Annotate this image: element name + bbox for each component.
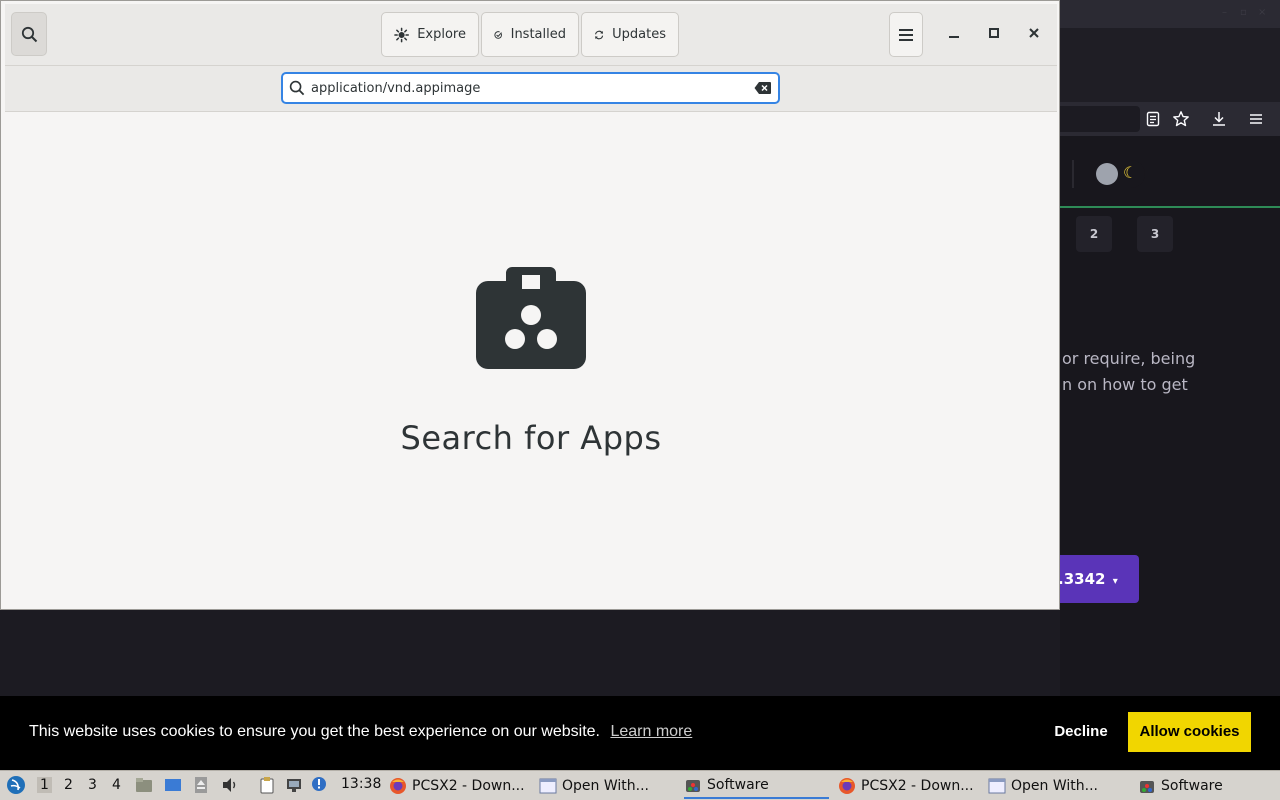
empty-state-title: Search for Apps xyxy=(400,419,662,457)
empty-state-view: Search for Apps xyxy=(5,113,1057,607)
header-bar: Explore Installed Updates xyxy=(5,4,1057,66)
search-bar xyxy=(5,66,1057,112)
clock[interactable]: 13:38 xyxy=(341,776,381,792)
software-bag-icon xyxy=(476,267,586,369)
tab-explore[interactable]: Explore xyxy=(381,12,479,57)
search-icon xyxy=(289,80,305,96)
close-icon[interactable]: × xyxy=(1258,8,1268,18)
toggle-knob xyxy=(1096,163,1118,185)
minimize-icon[interactable]: – xyxy=(1222,8,1232,18)
page-button-2[interactable]: 2 xyxy=(1076,216,1112,252)
installed-check-icon xyxy=(494,30,502,39)
search-icon xyxy=(21,26,38,43)
task-label: Open With... xyxy=(1011,778,1098,794)
clear-search-icon[interactable] xyxy=(754,81,772,95)
task-software[interactable]: Software xyxy=(684,773,829,799)
moon-icon: ☾ xyxy=(1123,163,1138,182)
paragraph-line: n on how to get xyxy=(1062,375,1188,394)
task-label: Software xyxy=(707,777,769,793)
main-menu-button[interactable] xyxy=(889,12,923,57)
version-label: .3342 xyxy=(1058,570,1106,588)
tab-updates-label: Updates xyxy=(612,27,666,42)
updates-refresh-icon xyxy=(595,30,604,39)
page-button-3[interactable]: 3 xyxy=(1137,216,1173,252)
theme-toggle-icon[interactable]: ☾ xyxy=(1093,160,1145,188)
search-entry[interactable] xyxy=(281,72,780,104)
close-icon xyxy=(1029,28,1039,38)
maximize-button[interactable] xyxy=(985,24,1003,42)
volume-icon[interactable] xyxy=(221,776,239,794)
software-window: Explore Installed Updates application/vn… xyxy=(0,0,1060,610)
minimize-button[interactable] xyxy=(945,24,963,42)
tab-installed[interactable]: Installed xyxy=(481,12,579,57)
tab-updates[interactable]: Updates xyxy=(581,12,679,57)
workspace-1[interactable]: 1 xyxy=(37,777,52,793)
taskbar: 1 2 3 4 13:38 PCSX2 - Down... Open With.… xyxy=(0,770,1280,800)
search-input[interactable] xyxy=(311,78,741,98)
hamburger-menu-icon xyxy=(899,28,913,41)
page-paragraph: or require, being n on how to get xyxy=(1062,346,1280,398)
task-label: PCSX2 - Down... xyxy=(412,778,525,794)
download-icon[interactable] xyxy=(1210,110,1228,128)
task-firefox-pcsx2[interactable]: PCSX2 - Down... xyxy=(838,773,978,799)
tab-installed-label: Installed xyxy=(510,27,566,42)
task-label: PCSX2 - Down... xyxy=(861,778,974,794)
clipboard-icon[interactable] xyxy=(258,776,276,794)
start-menu-icon[interactable] xyxy=(6,775,26,795)
search-toggle-button[interactable] xyxy=(11,12,47,56)
hamburger-menu-icon[interactable] xyxy=(1247,110,1265,128)
network-icon[interactable] xyxy=(285,776,303,794)
dropdown-caret-icon: ▾ xyxy=(1112,576,1118,587)
divider xyxy=(1072,160,1074,188)
workspace-4[interactable]: 4 xyxy=(112,777,121,793)
close-button[interactable] xyxy=(1025,24,1043,42)
eject-icon[interactable] xyxy=(192,776,210,794)
accent-divider xyxy=(1060,206,1280,208)
file-manager-icon[interactable] xyxy=(135,776,153,794)
browser-tabstrip xyxy=(1060,28,1280,102)
learn-more-link[interactable]: Learn more xyxy=(610,723,692,740)
minimize-icon xyxy=(949,36,959,38)
firefox-icon xyxy=(839,778,855,794)
task-open-with[interactable]: Open With... xyxy=(988,773,1128,799)
maximize-icon xyxy=(989,28,999,38)
maximize-icon[interactable]: ▫ xyxy=(1240,8,1250,18)
tab-explore-label: Explore xyxy=(417,27,466,42)
software-icon xyxy=(1140,781,1154,793)
task-software[interactable]: Software xyxy=(1138,773,1278,799)
allow-cookies-button[interactable]: Allow cookies xyxy=(1128,712,1251,752)
cookie-message: This website uses cookies to ensure you … xyxy=(29,723,692,741)
bookmark-star-icon[interactable] xyxy=(1172,110,1190,128)
url-field[interactable] xyxy=(1060,106,1140,132)
paragraph-line: or require, being xyxy=(1062,349,1196,368)
workspace-2[interactable]: 2 xyxy=(64,777,73,793)
window-icon xyxy=(539,778,557,794)
software-icon xyxy=(686,780,700,792)
cookie-banner: This website uses cookies to ensure you … xyxy=(0,696,1280,770)
window-icon xyxy=(988,778,1006,794)
reader-view-icon[interactable] xyxy=(1144,110,1162,128)
workspace-3[interactable]: 3 xyxy=(88,777,97,793)
cookie-message-text: This website uses cookies to ensure you … xyxy=(29,723,600,740)
explore-icon xyxy=(394,27,410,42)
task-label: Open With... xyxy=(562,778,649,794)
desktop-icon[interactable] xyxy=(164,776,182,794)
task-firefox-pcsx2[interactable]: PCSX2 - Down... xyxy=(389,773,529,799)
firefox-icon xyxy=(390,778,406,794)
decline-cookies-button[interactable]: Decline xyxy=(1040,712,1122,752)
browser-titlebar: – ▫ × xyxy=(1060,0,1280,28)
task-label: Software xyxy=(1161,778,1223,794)
task-open-with[interactable]: Open With... xyxy=(539,773,679,799)
update-notifier-icon[interactable] xyxy=(310,776,328,794)
